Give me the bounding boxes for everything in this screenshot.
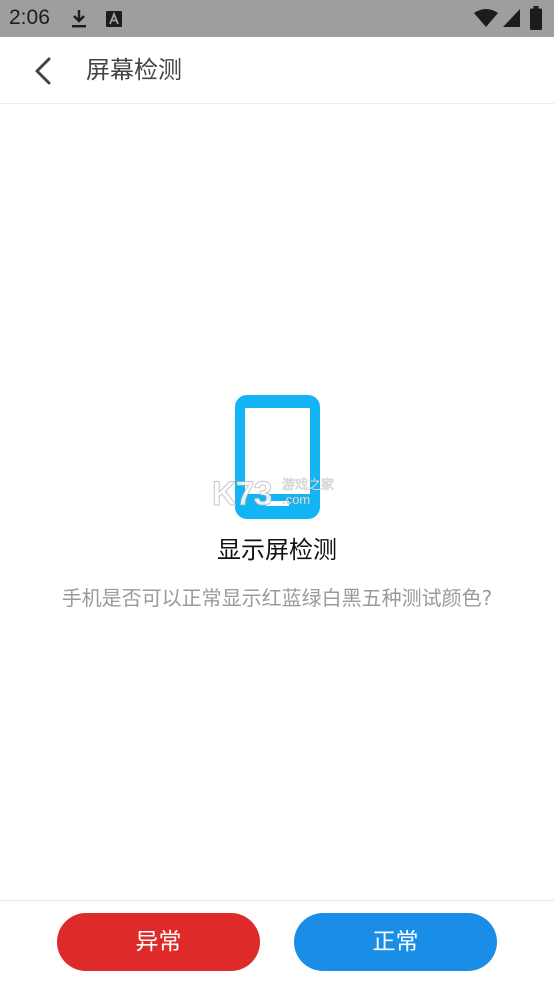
battery-icon bbox=[530, 6, 542, 30]
detect-question: 手机是否可以正常显示红蓝绿白黑五种测试颜色? bbox=[61, 586, 493, 610]
status-time: 2:06 bbox=[9, 6, 50, 29]
watermark-domain: .com bbox=[282, 492, 311, 508]
status-bar: 2:06 bbox=[0, 0, 554, 37]
page-title: 屏幕检测 bbox=[86, 56, 182, 84]
chevron-left-icon bbox=[35, 57, 51, 85]
detect-title: 显示屏检测 bbox=[217, 536, 337, 564]
abnormal-button[interactable]: 异常 bbox=[57, 913, 260, 971]
watermark-main: K73 bbox=[211, 475, 272, 514]
footer-divider bbox=[0, 900, 554, 901]
download-icon bbox=[72, 10, 86, 28]
signal-icon bbox=[503, 9, 520, 27]
back-button[interactable] bbox=[20, 49, 66, 93]
normal-button[interactable]: 正常 bbox=[294, 913, 497, 971]
header: 屏幕检测 bbox=[0, 37, 554, 104]
wifi-icon bbox=[474, 9, 498, 27]
watermark-logo: K73 游戏之家 .com bbox=[211, 474, 342, 514]
font-a-icon bbox=[106, 11, 122, 27]
